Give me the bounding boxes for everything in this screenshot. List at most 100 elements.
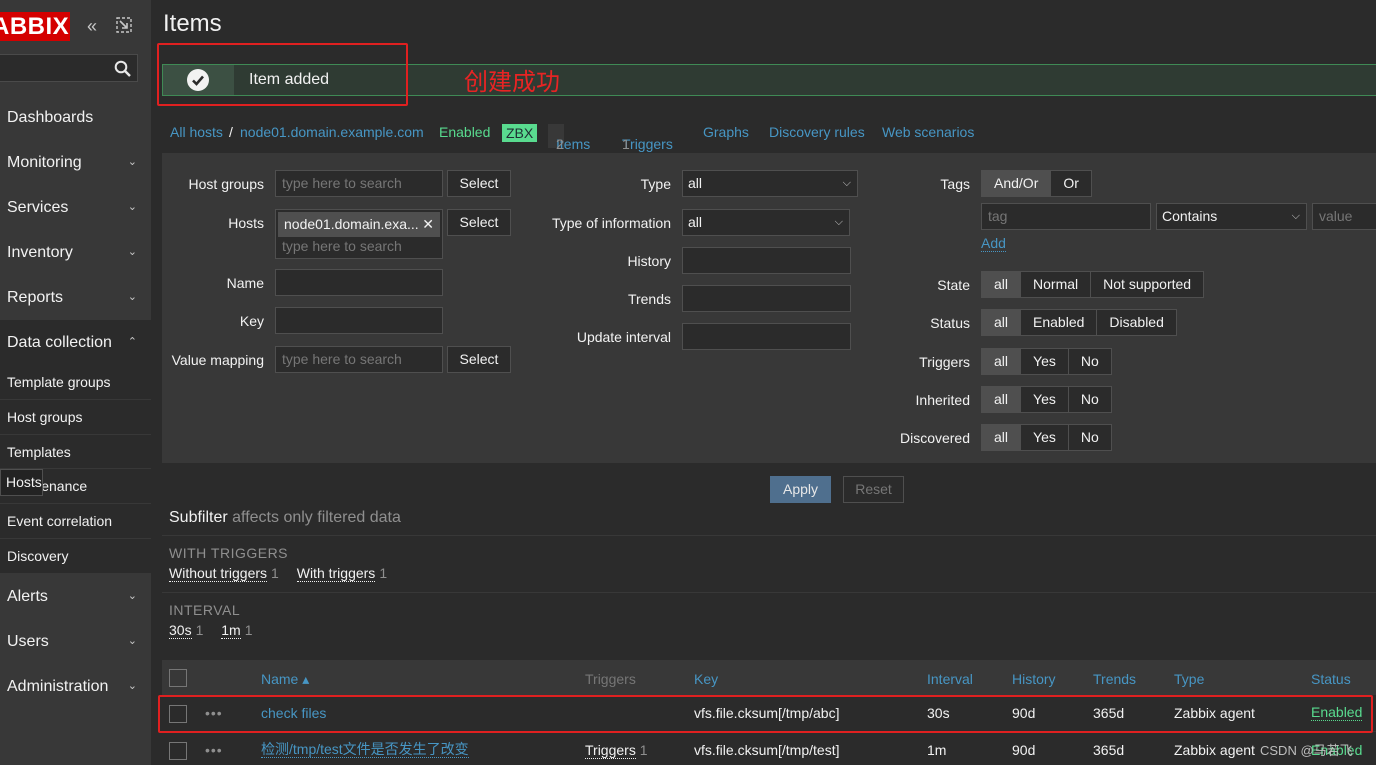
chevron-down-icon: ⌄ <box>127 246 137 258</box>
triggers-all-option[interactable]: all <box>982 349 1021 374</box>
subfilter-count: 1 <box>195 622 204 638</box>
submenu-host-groups[interactable]: Host groups <box>0 399 151 435</box>
discovered-all-option[interactable]: all <box>982 425 1021 450</box>
reset-button[interactable]: Reset <box>843 476 904 503</box>
remove-icon[interactable]: ✕ <box>422 212 434 237</box>
subfilter-without-triggers[interactable]: Without triggers <box>169 565 268 582</box>
tag-input[interactable]: tag <box>981 203 1151 230</box>
hosts-input[interactable]: node01.domain.exa... ✕ type here to searc… <box>275 209 443 259</box>
chevron-up-icon: ⌃ <box>127 336 137 348</box>
search-icon[interactable] <box>114 60 132 78</box>
state-not-supported-option[interactable]: Not supported <box>1090 272 1204 297</box>
tag-value-input[interactable]: value <box>1312 203 1376 230</box>
inherited-no-option[interactable]: No <box>1067 387 1111 412</box>
filter-panel: Host groups type here to search Select H… <box>162 153 1376 463</box>
placeholder: type here to search <box>282 175 402 191</box>
menu-alerts[interactable]: Alerts ⌄ <box>0 574 151 619</box>
apply-button[interactable]: Apply <box>770 476 831 503</box>
tab-graphs[interactable]: Graphs <box>703 124 749 140</box>
update-interval-input[interactable] <box>682 323 851 350</box>
subfilter-interval-1m[interactable]: 1m <box>221 622 241 639</box>
name-input[interactable] <box>275 269 443 296</box>
column-type[interactable]: Type <box>1174 671 1204 687</box>
discovered-no-option[interactable]: No <box>1067 425 1111 450</box>
subfilter-section-title: INTERVAL <box>169 602 241 618</box>
chevron-down-icon: ⌵ <box>1291 210 1300 222</box>
column-name[interactable]: Name ▴ <box>261 671 309 688</box>
kiosk-mode-icon[interactable] <box>116 17 132 37</box>
column-trends[interactable]: Trends <box>1093 671 1136 687</box>
table-header: Name ▴ Triggers Key Interval History Tre… <box>162 660 1376 695</box>
subfilter-with-triggers: WITH TRIGGERS Without triggers 1 With tri… <box>162 535 1376 592</box>
state-all-option[interactable]: all <box>982 272 1021 297</box>
menu-reports[interactable]: Reports ⌄ <box>0 275 151 320</box>
tag-operator-select[interactable]: Contains ⌵ <box>1156 203 1307 230</box>
collapse-sidebar-icon[interactable]: « <box>87 16 97 37</box>
tab-web-scenarios[interactable]: Web scenarios <box>882 124 974 140</box>
row-checkbox[interactable] <box>169 742 187 760</box>
state-toggle: all Normal Not supported <box>981 271 1205 298</box>
host-link[interactable]: node01.domain.example.com <box>240 124 424 140</box>
menu-data-collection[interactable]: Data collection ⌃ <box>0 320 151 365</box>
host-groups-input[interactable]: type here to search <box>275 170 443 197</box>
tags-or-option[interactable]: Or <box>1050 171 1091 196</box>
submenu-event-correlation[interactable]: Event correlation <box>0 504 151 539</box>
menu-dashboards[interactable]: Dashboards <box>0 95 151 140</box>
more-actions-icon[interactable]: ••• <box>205 742 223 758</box>
item-name-link[interactable]: 检测/tmp/test文件是否发生了改变 <box>261 742 469 758</box>
type-of-information-select[interactable]: all ⌵ <box>682 209 850 236</box>
menu-services[interactable]: Services ⌄ <box>0 185 151 230</box>
value-mapping-input[interactable]: type here to search <box>275 346 443 373</box>
menu-label: Services <box>7 199 69 216</box>
tags-andor-option[interactable]: And/Or <box>982 171 1051 196</box>
highlight-box <box>157 43 408 106</box>
select-value: all <box>688 214 703 230</box>
select-value: Contains <box>1162 208 1218 224</box>
add-tag-link[interactable]: Add <box>981 236 1006 252</box>
column-status[interactable]: Status <box>1311 671 1351 687</box>
menu-inventory[interactable]: Inventory ⌄ <box>0 230 151 275</box>
submenu-hosts[interactable]: Hosts <box>0 469 43 497</box>
subfilter-interval-30s[interactable]: 30s <box>169 622 192 639</box>
inherited-label: Inherited <box>915 392 970 408</box>
inherited-all-option[interactable]: all <box>982 387 1021 412</box>
select-all-checkbox[interactable] <box>169 669 187 687</box>
discovered-yes-option[interactable]: Yes <box>1020 425 1068 450</box>
sidebar-search-input[interactable] <box>0 54 138 82</box>
menu-administration[interactable]: Administration ⌄ <box>0 664 151 709</box>
status-enabled-option[interactable]: Enabled <box>1020 310 1097 335</box>
submenu-discovery[interactable]: Discovery <box>0 538 151 574</box>
triggers-no-option[interactable]: No <box>1067 349 1111 374</box>
submenu-templates[interactable]: Templates <box>0 434 151 470</box>
value-mapping-select-button[interactable]: Select <box>447 346 511 373</box>
column-history[interactable]: History <box>1012 671 1056 687</box>
menu-monitoring[interactable]: Monitoring ⌄ <box>0 140 151 185</box>
status-disabled-option[interactable]: Disabled <box>1096 310 1176 335</box>
all-hosts-link[interactable]: All hosts <box>170 124 223 140</box>
main-menu: Dashboards Monitoring ⌄ Services ⌄ Invento… <box>0 95 151 709</box>
subfilter-with-triggers-link[interactable]: With triggers <box>296 565 376 582</box>
inherited-yes-option[interactable]: Yes <box>1020 387 1068 412</box>
tab-items[interactable]: Items 2 <box>548 124 590 152</box>
host-status[interactable]: Enabled <box>439 124 490 140</box>
submenu-template-groups[interactable]: Template groups <box>0 365 151 400</box>
host-groups-select-button[interactable]: Select <box>447 170 511 197</box>
trends-input[interactable] <box>682 285 851 312</box>
discovered-label: Discovered <box>899 430 970 446</box>
key-input[interactable] <box>275 307 443 334</box>
type-select[interactable]: all ⌵ <box>682 170 858 197</box>
zbx-availability-badge: ZBX <box>502 124 538 142</box>
tab-discovery-rules[interactable]: Discovery rules <box>769 124 865 140</box>
triggers-yes-option[interactable]: Yes <box>1020 349 1068 374</box>
zabbix-logo[interactable]: ABBIX <box>0 12 70 41</box>
menu-users[interactable]: Users ⌄ <box>0 619 151 664</box>
item-history: 90d <box>1012 742 1036 758</box>
hosts-select-button[interactable]: Select <box>447 209 511 236</box>
sidebar: ABBIX « Dashboards Monitoring ⌄ Services ⌄… <box>0 0 151 765</box>
history-input[interactable] <box>682 247 851 274</box>
triggers-link[interactable]: Triggers <box>585 742 636 759</box>
column-interval[interactable]: Interval <box>927 671 973 687</box>
column-key[interactable]: Key <box>694 671 718 687</box>
state-normal-option[interactable]: Normal <box>1020 272 1091 297</box>
status-all-option[interactable]: all <box>982 310 1021 335</box>
